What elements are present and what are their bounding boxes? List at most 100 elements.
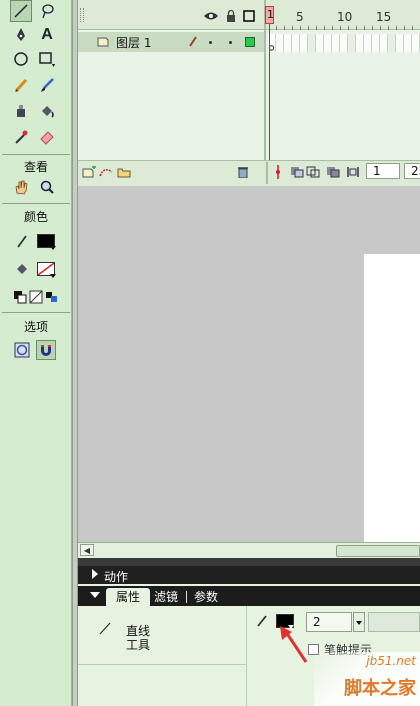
line-tool-icon[interactable] [10, 0, 32, 22]
footer-divider [266, 162, 268, 184]
layer-list [78, 52, 264, 160]
ink-bottle-icon[interactable] [10, 100, 32, 122]
timeline-panel: 图层 1 5 10 15 1 1 2 [78, 0, 420, 186]
tab-filters[interactable]: 滤镜 [154, 588, 178, 606]
onion-skin-icon[interactable] [290, 166, 304, 178]
frame-cell[interactable] [300, 34, 308, 52]
tools-divider [2, 203, 70, 204]
frame-cell[interactable] [372, 34, 380, 52]
layer-icon [96, 35, 110, 47]
frame-cell[interactable] [396, 34, 404, 52]
frame-cell[interactable] [380, 34, 388, 52]
panel-divider [246, 606, 247, 706]
frame-cell[interactable] [276, 34, 284, 52]
annotation-arrow-icon [276, 626, 316, 669]
ruler-number: 10 [337, 10, 353, 24]
paint-bucket-icon[interactable] [36, 100, 58, 122]
frame-cell[interactable] [284, 34, 292, 52]
tool-name-line2: 工具 [126, 638, 151, 652]
tool-name-line1: 直线 [126, 624, 151, 638]
eye-icon[interactable] [202, 10, 220, 22]
stage-canvas[interactable] [364, 254, 420, 542]
insert-layer-icon[interactable] [82, 166, 96, 178]
playhead-line [269, 24, 270, 162]
watermark-url: jb51.net [366, 654, 416, 668]
tools-divider [2, 312, 70, 313]
view-section-label: 查看 [23, 160, 48, 174]
stroke-style-select[interactable] [368, 612, 420, 632]
tools-panel: A 查看 颜色 选项 [0, 0, 72, 706]
scroll-left-arrow-icon[interactable]: ◀ [80, 544, 94, 556]
tools-divider [2, 154, 70, 155]
playhead[interactable]: 1 [265, 6, 274, 24]
swap-colors-icon[interactable] [44, 286, 60, 308]
playhead-frame-number: 1 [267, 8, 274, 21]
snap-magnet-icon[interactable] [36, 340, 56, 360]
chevron-down-icon [50, 246, 56, 250]
frame-cell[interactable] [332, 34, 340, 52]
outline-square-icon[interactable] [242, 10, 256, 22]
frame-cell[interactable] [388, 34, 396, 52]
frame-cell[interactable] [356, 34, 364, 52]
current-frame-field[interactable]: 1 [366, 163, 400, 179]
center-frame-icon[interactable] [271, 165, 285, 179]
stroke-height-dropdown[interactable] [353, 612, 365, 632]
pen-tool-icon[interactable] [10, 24, 32, 46]
eyedropper-icon[interactable] [10, 126, 32, 148]
frame-strip[interactable] [266, 30, 420, 54]
chevron-down-icon [356, 621, 362, 625]
onion-skin-outlines-icon[interactable] [306, 166, 320, 178]
frame-cell[interactable] [340, 34, 348, 52]
frame-cell[interactable] [404, 34, 412, 52]
add-motion-guide-icon[interactable] [99, 166, 113, 178]
eraser-icon[interactable] [36, 126, 58, 148]
frame-cell[interactable] [292, 34, 300, 52]
frame-cell[interactable] [348, 34, 356, 52]
layer-color-square[interactable] [245, 37, 255, 47]
no-color-icon[interactable] [28, 286, 44, 308]
frame-cell[interactable] [316, 34, 324, 52]
actions-label: 动作 [104, 570, 129, 584]
actions-panel-header[interactable]: 动作 [78, 566, 420, 584]
frame-cell[interactable] [412, 34, 420, 52]
frame-cell[interactable] [364, 34, 372, 52]
tab-properties[interactable]: 属性 [106, 588, 150, 606]
lock-dot[interactable] [229, 41, 232, 44]
watermark: jb51.net 脚本之家 [314, 652, 420, 706]
fill-color-bucket-icon [14, 258, 30, 280]
tab-separator [186, 591, 187, 603]
object-drawing-icon[interactable] [12, 340, 32, 360]
tool-line-icon [98, 620, 114, 639]
black-white-icon[interactable] [12, 286, 28, 308]
edit-multiple-frames-icon[interactable] [326, 166, 340, 178]
pencil-tool-icon[interactable] [10, 74, 32, 96]
watermark-brand: 脚本之家 [344, 678, 416, 699]
insert-folder-icon[interactable] [117, 166, 131, 178]
expand-arrow-icon[interactable] [92, 569, 98, 579]
panel-grip[interactable] [80, 8, 84, 22]
timeline-divider[interactable] [264, 0, 266, 186]
color-section-label: 颜色 [23, 210, 48, 224]
frame-rate-field[interactable]: 25 [404, 163, 420, 179]
chevron-down-icon [50, 274, 56, 278]
trash-icon[interactable] [236, 166, 250, 178]
brush-tool-icon[interactable] [36, 74, 58, 96]
stroke-color-pencil-icon [14, 230, 30, 252]
modify-onion-markers-icon[interactable] [346, 166, 360, 178]
lasso-tool-icon[interactable] [36, 0, 58, 22]
hand-tool-icon[interactable] [10, 176, 32, 198]
frame-cell[interactable] [308, 34, 316, 52]
scrollbar-thumb[interactable] [336, 545, 420, 557]
properties-tabbar: 属性 滤镜 参数 [78, 586, 420, 606]
text-tool-icon[interactable]: A [36, 24, 58, 46]
zoom-tool-icon[interactable] [36, 176, 58, 198]
lock-icon[interactable] [224, 10, 238, 22]
frame-cell[interactable] [324, 34, 332, 52]
visibility-dot[interactable] [209, 41, 212, 44]
collapse-arrow-icon[interactable] [90, 592, 100, 598]
panel-divider [78, 664, 246, 665]
layer-name[interactable]: 图层 1 [116, 34, 151, 51]
oval-tool-icon[interactable] [10, 48, 32, 70]
tab-parameters[interactable]: 参数 [194, 588, 218, 606]
rectangle-tool-icon[interactable] [36, 48, 58, 70]
